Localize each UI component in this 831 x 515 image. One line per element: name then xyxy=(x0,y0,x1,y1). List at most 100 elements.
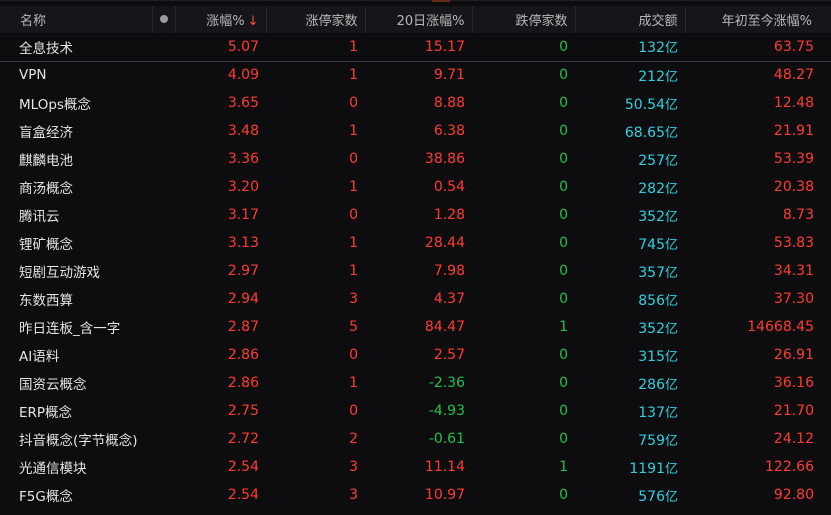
change-20d-value: 10.97 xyxy=(424,487,465,503)
change-pct-value: 2.54 xyxy=(227,459,259,475)
turnover-amount: 856 xyxy=(638,292,665,309)
turnover-amount: 212 xyxy=(638,68,665,85)
sector-name[interactable]: ERP概念 xyxy=(0,397,152,425)
table-row[interactable]: F5G概念 2.54 3 10.97 0 576亿 92.80 xyxy=(0,481,831,509)
limit-down-count: 0 xyxy=(559,403,568,419)
column-header-change-pct[interactable]: 涨幅% ↓ xyxy=(175,6,267,33)
marker-cell xyxy=(152,145,175,173)
limit-down-count: 0 xyxy=(559,375,568,391)
sector-name[interactable]: 国资云概念 xyxy=(0,369,152,397)
marker-cell xyxy=(152,33,175,61)
turnover-amount: 137 xyxy=(638,404,665,421)
table-row[interactable]: 腾讯云 3.17 0 1.28 0 352亿 8.73 xyxy=(0,201,831,229)
limit-down-count: 0 xyxy=(559,431,568,447)
ytd-change-value: 122.66 xyxy=(765,459,814,475)
sector-name[interactable]: 短剧互动游戏 xyxy=(0,257,152,285)
sector-name[interactable]: VPN xyxy=(0,61,152,89)
limit-up-count: 1 xyxy=(349,235,358,251)
sector-name[interactable]: 盲盒经济 xyxy=(0,117,152,145)
marker-cell xyxy=(152,229,175,257)
change-pct-value: 2.72 xyxy=(227,431,259,447)
limit-down-count: 0 xyxy=(559,263,568,279)
marker-cell xyxy=(152,425,175,453)
ytd-change-value: 37.30 xyxy=(773,291,814,307)
limit-down-count: 0 xyxy=(559,207,568,223)
column-header-name[interactable]: 名称 xyxy=(0,6,153,33)
change-pct-value: 2.86 xyxy=(227,375,259,391)
turnover-unit: 亿 xyxy=(664,489,678,505)
turnover-unit: 亿 xyxy=(664,349,678,365)
limit-down-count: 0 xyxy=(559,347,568,363)
limit-up-count: 5 xyxy=(349,319,358,335)
change-pct-value: 3.17 xyxy=(227,207,259,223)
limit-up-count: 3 xyxy=(349,487,358,503)
sector-name[interactable]: 腾讯云 xyxy=(0,201,152,229)
column-header-turnover[interactable]: 成交额 xyxy=(575,6,686,33)
table-row[interactable]: 盲盒经济 3.48 1 6.38 0 68.65亿 21.91 xyxy=(0,117,831,145)
change-20d-value: 7.98 xyxy=(433,263,465,279)
limit-down-count: 0 xyxy=(559,38,568,55)
turnover-amount: 68.65 xyxy=(624,124,665,141)
column-header-limit-down[interactable]: 跌停家数 xyxy=(472,6,576,33)
sector-name[interactable]: MLOps概念 xyxy=(0,89,152,117)
column-header-ytd[interactable]: 年初至今涨幅% xyxy=(685,6,831,33)
limit-down-count: 0 xyxy=(559,151,568,167)
marker-cell xyxy=(152,453,175,481)
turnover-amount: 352 xyxy=(638,208,665,225)
table-row[interactable]: 锂矿概念 3.13 1 28.44 0 745亿 53.83 xyxy=(0,229,831,257)
limit-up-count: 0 xyxy=(349,403,358,419)
sector-name[interactable]: 昨日连板_含一字 xyxy=(0,313,152,341)
table-row[interactable]: 商汤概念 3.20 1 0.54 0 282亿 20.38 xyxy=(0,173,831,201)
sector-name[interactable]: 商汤概念 xyxy=(0,173,152,201)
active-tab-indicator xyxy=(432,0,450,2)
table-row[interactable]: 东数西算 2.94 3 4.37 0 856亿 37.30 xyxy=(0,285,831,313)
column-header-marker[interactable] xyxy=(152,6,176,33)
table-row[interactable]: 短剧互动游戏 2.97 1 7.98 0 357亿 34.31 xyxy=(0,257,831,285)
sector-name[interactable]: F5G概念 xyxy=(0,481,152,509)
limit-down-count: 0 xyxy=(559,291,568,307)
table-row[interactable]: 昨日连板_含一字 2.87 5 84.47 1 352亿 14668.45 xyxy=(0,313,831,341)
table-row[interactable]: ERP概念 2.75 0 -4.93 0 137亿 21.70 xyxy=(0,397,831,425)
table-row[interactable]: 国资云概念 2.86 1 -2.36 0 286亿 36.16 xyxy=(0,369,831,397)
column-header-limit-up[interactable]: 涨停家数 xyxy=(266,6,366,33)
sector-name[interactable]: 麒麟电池 xyxy=(0,145,152,173)
sector-name[interactable]: 东数西算 xyxy=(0,285,152,313)
change-pct-value: 3.65 xyxy=(227,95,259,111)
ytd-change-value: 21.70 xyxy=(773,403,814,419)
turnover-value: 352亿 xyxy=(575,201,685,229)
table-row[interactable]: 全息技术 5.07 1 15.17 0 132亿 63.75 xyxy=(0,33,831,61)
marker-cell xyxy=(152,341,175,369)
change-20d-value: 28.44 xyxy=(424,235,465,251)
turnover-value: 856亿 xyxy=(575,285,685,313)
column-header-20d-change[interactable]: 20日涨幅% xyxy=(365,6,473,33)
sector-name[interactable]: 光通信模块 xyxy=(0,453,152,481)
sector-name[interactable]: AI语料 xyxy=(0,341,152,369)
limit-up-count: 0 xyxy=(349,151,358,167)
marker-cell xyxy=(152,61,175,89)
turnover-unit: 亿 xyxy=(664,433,678,449)
change-pct-value: 3.48 xyxy=(227,123,259,139)
turnover-amount: 357 xyxy=(638,264,665,281)
table-row[interactable]: AI语料 2.86 0 2.57 0 315亿 26.91 xyxy=(0,341,831,369)
marker-cell xyxy=(152,397,175,425)
table-row[interactable]: 光通信模块 2.54 3 11.14 1 1191亿 122.66 xyxy=(0,453,831,481)
marker-cell xyxy=(152,201,175,229)
sector-name[interactable]: 全息技术 xyxy=(0,33,152,61)
ytd-change-value: 26.91 xyxy=(773,347,814,363)
change-pct-value: 2.94 xyxy=(227,291,259,307)
ytd-change-value: 48.27 xyxy=(773,67,814,84)
sector-name[interactable]: 锂矿概念 xyxy=(0,229,152,257)
table-row[interactable]: MLOps概念 3.65 0 8.88 0 50.54亿 12.48 xyxy=(0,89,831,117)
change-20d-value: -4.93 xyxy=(428,403,465,419)
table-row[interactable]: 麒麟电池 3.36 0 38.86 0 257亿 53.39 xyxy=(0,145,831,173)
change-pct-value: 2.86 xyxy=(227,347,259,363)
limit-up-count: 3 xyxy=(349,459,358,475)
table-body: 全息技术 5.07 1 15.17 0 132亿 63.75 VPN 4.09 1 9.71 0 212… xyxy=(0,33,831,509)
turnover-amount: 286 xyxy=(638,376,665,393)
marker-cell xyxy=(152,89,175,117)
table-row[interactable]: VPN 4.09 1 9.71 0 212亿 48.27 xyxy=(0,61,831,89)
table-row[interactable]: 抖音概念(字节概念) 2.72 2 -0.61 0 759亿 24.12 xyxy=(0,425,831,453)
sector-name[interactable]: 抖音概念(字节概念) xyxy=(0,425,152,453)
ytd-change-value: 63.75 xyxy=(773,38,814,55)
marker-cell xyxy=(152,117,175,145)
